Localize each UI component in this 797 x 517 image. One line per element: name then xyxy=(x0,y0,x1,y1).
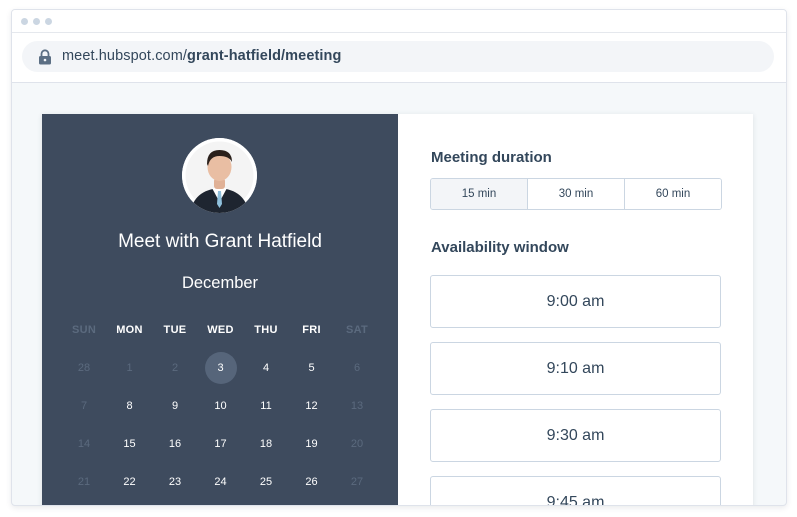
calendar-day-muted: 28 xyxy=(77,362,91,374)
url-domain: meet.hubspot.com/ xyxy=(62,48,188,64)
calendar-day[interactable]: 18 xyxy=(243,428,289,460)
calendar-day-muted: 14 xyxy=(77,438,91,450)
time-slot-button[interactable]: 9:45 am xyxy=(430,476,721,505)
lock-icon xyxy=(39,49,51,65)
duration-30-button[interactable]: 30 min xyxy=(528,179,625,209)
calendar-day-muted: 21 xyxy=(77,476,91,488)
calendar-day-muted: 1 xyxy=(126,362,133,374)
weekday-sun: SUN xyxy=(71,324,97,336)
weekday-thu: THU xyxy=(254,324,278,336)
calendar-day-muted: 6 xyxy=(353,362,361,374)
calendar-day[interactable]: 25 xyxy=(243,466,289,498)
weekday-fri: FRI xyxy=(302,324,321,336)
time-slot-button[interactable]: 9:10 am xyxy=(430,342,721,395)
calendar-day-muted: 27 xyxy=(350,476,364,488)
duration-15-button[interactable]: 15 min xyxy=(431,179,528,209)
calendar-day[interactable]: 24 xyxy=(198,466,244,498)
calendar-day-selected[interactable]: 3 xyxy=(198,352,244,384)
calendar-day[interactable]: 16 xyxy=(152,428,198,460)
calendar-day[interactable]: 19 xyxy=(289,428,335,460)
window-maximize-dot[interactable] xyxy=(45,18,52,25)
host-title: Meet with Grant Hatfield xyxy=(118,231,322,252)
meeting-card: Meet with Grant Hatfield December SUN MO… xyxy=(42,114,753,505)
host-photo xyxy=(182,138,257,213)
url-text: meet.hubspot.com/grant-hatfield/meeting xyxy=(62,48,341,64)
address-bar[interactable]: meet.hubspot.com/grant-hatfield/meeting xyxy=(22,41,774,72)
weekday-mon: MON xyxy=(116,324,143,336)
duration-60-button[interactable]: 60 min xyxy=(625,179,721,209)
browser-window: meet.hubspot.com/grant-hatfield/meeting … xyxy=(11,9,787,506)
url-path: grant-hatfield/meeting xyxy=(187,48,342,64)
availability-window-title: Availability window xyxy=(431,239,569,256)
host-calendar-panel: Meet with Grant Hatfield December SUN MO… xyxy=(42,114,398,505)
time-slot-button[interactable]: 9:00 am xyxy=(430,275,721,328)
weekday-tue: TUE xyxy=(163,324,187,336)
weekday-sat: SAT xyxy=(345,324,369,336)
calendar-day-muted: 7 xyxy=(80,400,88,412)
calendar-day-muted: 2 xyxy=(171,362,179,374)
calendar-day[interactable]: 9 xyxy=(152,390,198,422)
calendar-day-selected-label: 3 xyxy=(204,352,237,384)
calendar-day[interactable]: 8 xyxy=(107,390,153,422)
calendar-day[interactable]: 5 xyxy=(289,352,335,384)
calendar-day[interactable]: 4 xyxy=(243,352,289,384)
duration-selector: 15 min 30 min 60 min xyxy=(430,178,722,210)
calendar-day-muted: 20 xyxy=(350,438,364,450)
calendar-day[interactable]: 10 xyxy=(198,390,244,422)
time-slot-button[interactable]: 9:30 am xyxy=(430,409,721,462)
calendar-day[interactable]: 22 xyxy=(107,466,153,498)
window-close-dot[interactable] xyxy=(21,18,28,25)
window-titlebar xyxy=(12,10,786,33)
calendar-day[interactable]: 23 xyxy=(152,466,198,498)
calendar-day[interactable]: 17 xyxy=(198,428,244,460)
calendar-day[interactable]: 26 xyxy=(289,466,335,498)
calendar-month: December xyxy=(181,274,259,292)
meeting-duration-title: Meeting duration xyxy=(431,149,552,166)
calendar-day-muted: 13 xyxy=(350,400,364,412)
address-bar-container: meet.hubspot.com/grant-hatfield/meeting xyxy=(12,33,786,83)
calendar-day[interactable]: 11 xyxy=(243,390,289,422)
window-minimize-dot[interactable] xyxy=(33,18,40,25)
avatar xyxy=(182,138,257,213)
calendar-day[interactable]: 15 xyxy=(107,428,153,460)
booking-options-panel: Meeting duration 15 min 30 min 60 min Av… xyxy=(398,114,753,505)
weekday-wed: WED xyxy=(207,324,234,336)
calendar-day[interactable]: 12 xyxy=(289,390,335,422)
